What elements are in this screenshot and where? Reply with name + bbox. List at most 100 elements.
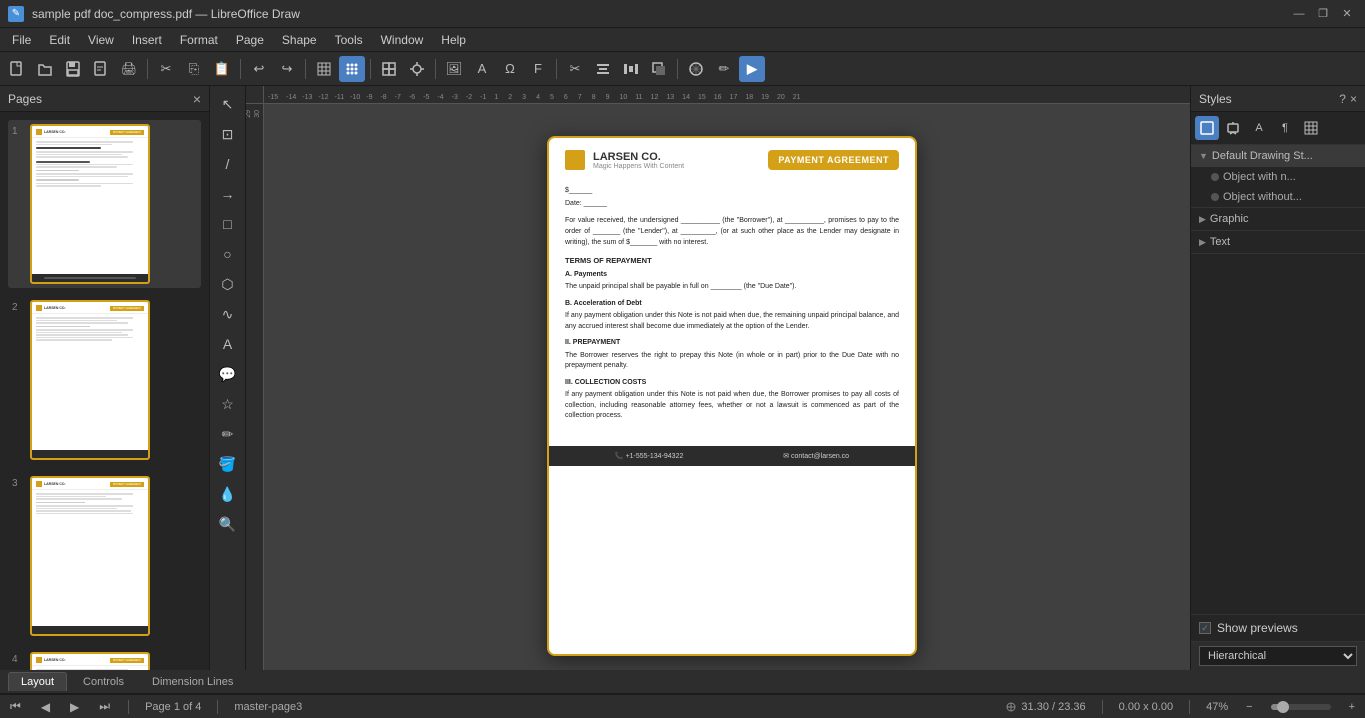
style-type-presentation-btn[interactable]: [1221, 116, 1245, 140]
draw-tool[interactable]: ✏: [214, 420, 242, 448]
style-group-default: ▼ Default Drawing St... Object with n...…: [1191, 145, 1365, 208]
arrow-tool[interactable]: →: [214, 180, 242, 208]
page-preview-4: LARSEN CO. PAYMENT AGREEMENT: [30, 652, 150, 670]
first-page-button[interactable]: ⏮: [8, 699, 23, 714]
doc-body: $______ Date: ______ For value received,…: [549, 178, 915, 438]
text-tool[interactable]: A: [214, 330, 242, 358]
shadow-button[interactable]: [646, 56, 672, 82]
menu-format[interactable]: Format: [172, 31, 226, 49]
tab-bar: Layout Controls Dimension Lines: [0, 670, 1365, 694]
next-page-button[interactable]: ▶: [68, 700, 81, 714]
menu-tools[interactable]: Tools: [327, 31, 371, 49]
crop-button[interactable]: ✂: [562, 56, 588, 82]
menu-help[interactable]: Help: [433, 31, 474, 49]
page-thumb-2[interactable]: 2 LARSEN CO. PAYMENT AGREEMENT: [8, 296, 201, 464]
toolbar-sep-6: [556, 59, 557, 79]
status-sep-1: [128, 700, 129, 714]
page-num-2: 2: [12, 302, 24, 313]
line-tool[interactable]: /: [214, 150, 242, 178]
insert-fontwork-button[interactable]: F: [525, 56, 551, 82]
insert-special-button[interactable]: Ω: [497, 56, 523, 82]
style-type-graphic-btn[interactable]: [1195, 116, 1219, 140]
zoom-slider-thumb[interactable]: [1277, 701, 1289, 713]
tab-dimension-lines[interactable]: Dimension Lines: [140, 673, 245, 691]
insert-text-button[interactable]: A: [469, 56, 495, 82]
status-sep-3: [1102, 700, 1103, 714]
open-button[interactable]: [32, 56, 58, 82]
style-item-object-no-fill[interactable]: Object with n...: [1191, 167, 1365, 187]
style-group-default-header[interactable]: ▼ Default Drawing St...: [1191, 145, 1365, 167]
size-label: 0.00 x 0.00: [1119, 701, 1173, 713]
styles-controls: ? ×: [1339, 92, 1357, 106]
styles-panel: Styles ? × A ¶ ▼: [1190, 86, 1365, 670]
new-button[interactable]: [4, 56, 30, 82]
page-thumb-1[interactable]: 1 LARSEN CO. PAYMENT AGREEMENT: [8, 120, 201, 288]
select-tool[interactable]: ↖: [214, 90, 242, 118]
tab-controls[interactable]: Controls: [71, 673, 136, 691]
show-previews-checkbox[interactable]: ✓: [1199, 622, 1211, 634]
grid-button[interactable]: [311, 56, 337, 82]
chevron-down-icon: ▼: [1199, 151, 1208, 161]
styles-help-btn[interactable]: ?: [1339, 92, 1346, 106]
pages-panel-close[interactable]: ×: [193, 91, 201, 107]
export-pdf-button[interactable]: [88, 56, 114, 82]
menu-insert[interactable]: Insert: [124, 31, 170, 49]
menu-shape[interactable]: Shape: [274, 31, 325, 49]
redo-button[interactable]: ↪: [274, 56, 300, 82]
minimize-button[interactable]: —: [1289, 4, 1309, 24]
styles-close-btn[interactable]: ×: [1350, 92, 1357, 106]
maximize-button[interactable]: ❐: [1313, 4, 1333, 24]
style-item-object-no-line[interactable]: Object without...: [1191, 187, 1365, 207]
paste-button[interactable]: 📋: [209, 56, 235, 82]
zoom-tool[interactable]: 🔍: [214, 510, 242, 538]
highlight-button[interactable]: ✏: [711, 56, 737, 82]
color-button[interactable]: [683, 56, 709, 82]
style-type-character-btn[interactable]: A: [1247, 116, 1271, 140]
page-thumb-4[interactable]: 4 LARSEN CO. PAYMENT AGREEMENT: [8, 648, 201, 670]
style-type-numbering-btn[interactable]: ¶: [1273, 116, 1297, 140]
copy-button[interactable]: ⎘: [181, 56, 207, 82]
menu-file[interactable]: File: [4, 31, 39, 49]
menu-view[interactable]: View: [80, 31, 122, 49]
save-button[interactable]: [60, 56, 86, 82]
curve-tool[interactable]: ∿: [214, 300, 242, 328]
page-num-1: 1: [12, 126, 24, 137]
menu-edit[interactable]: Edit: [41, 31, 78, 49]
menu-page[interactable]: Page: [228, 31, 272, 49]
tab-layout[interactable]: Layout: [8, 672, 67, 691]
point-tool[interactable]: ⊡: [214, 120, 242, 148]
prev-page-button[interactable]: ◀: [39, 700, 52, 714]
style-group-graphic-header[interactable]: ▶ Graphic: [1191, 208, 1365, 230]
zoom-out-button[interactable]: −: [1244, 701, 1254, 713]
eyedropper-tool[interactable]: 💧: [214, 480, 242, 508]
zoom-in-button[interactable]: +: [1347, 701, 1357, 713]
poly-tool[interactable]: ⬡: [214, 270, 242, 298]
close-button[interactable]: ✕: [1337, 4, 1357, 24]
zoom-fit-button[interactable]: [376, 56, 402, 82]
star-tool[interactable]: ☆: [214, 390, 242, 418]
style-type-table-btn[interactable]: [1299, 116, 1323, 140]
zoom-pan-button[interactable]: [404, 56, 430, 82]
last-page-button[interactable]: ⏭: [97, 699, 112, 714]
distribute-button[interactable]: [618, 56, 644, 82]
rect-tool[interactable]: □: [214, 210, 242, 238]
align-button[interactable]: [590, 56, 616, 82]
menu-window[interactable]: Window: [373, 31, 432, 49]
page-thumb-3[interactable]: 3 LARSEN CO. PAYMENT AGREEMENT: [8, 472, 201, 640]
ellipse-tool[interactable]: ○: [214, 240, 242, 268]
cut-button[interactable]: ✂: [153, 56, 179, 82]
callout-tool[interactable]: 💬: [214, 360, 242, 388]
style-group-default-label: Default Drawing St...: [1212, 150, 1313, 162]
zoom-slider[interactable]: [1271, 704, 1331, 710]
fill-tool[interactable]: 🪣: [214, 450, 242, 478]
print-button[interactable]: 🖨: [116, 56, 142, 82]
pages-panel: Pages × 1 LARSEN CO. PAYMENT AGREEMENT: [0, 86, 210, 670]
hierarchical-select[interactable]: Hierarchical List Custom: [1199, 646, 1357, 666]
toggle-sidebar-button[interactable]: ▶: [739, 56, 765, 82]
undo-button[interactable]: ↩: [246, 56, 272, 82]
canvas-area[interactable]: -15-14-13-12-11-10-9-8-7-6-5-4-3-2-11234…: [246, 86, 1190, 670]
snap-grid-button[interactable]: [339, 56, 365, 82]
page-preview-3: LARSEN CO. PAYMENT AGREEMENT: [30, 476, 150, 636]
style-group-text-header[interactable]: ▶ Text: [1191, 231, 1365, 253]
insert-image-button[interactable]: 🖼: [441, 56, 467, 82]
